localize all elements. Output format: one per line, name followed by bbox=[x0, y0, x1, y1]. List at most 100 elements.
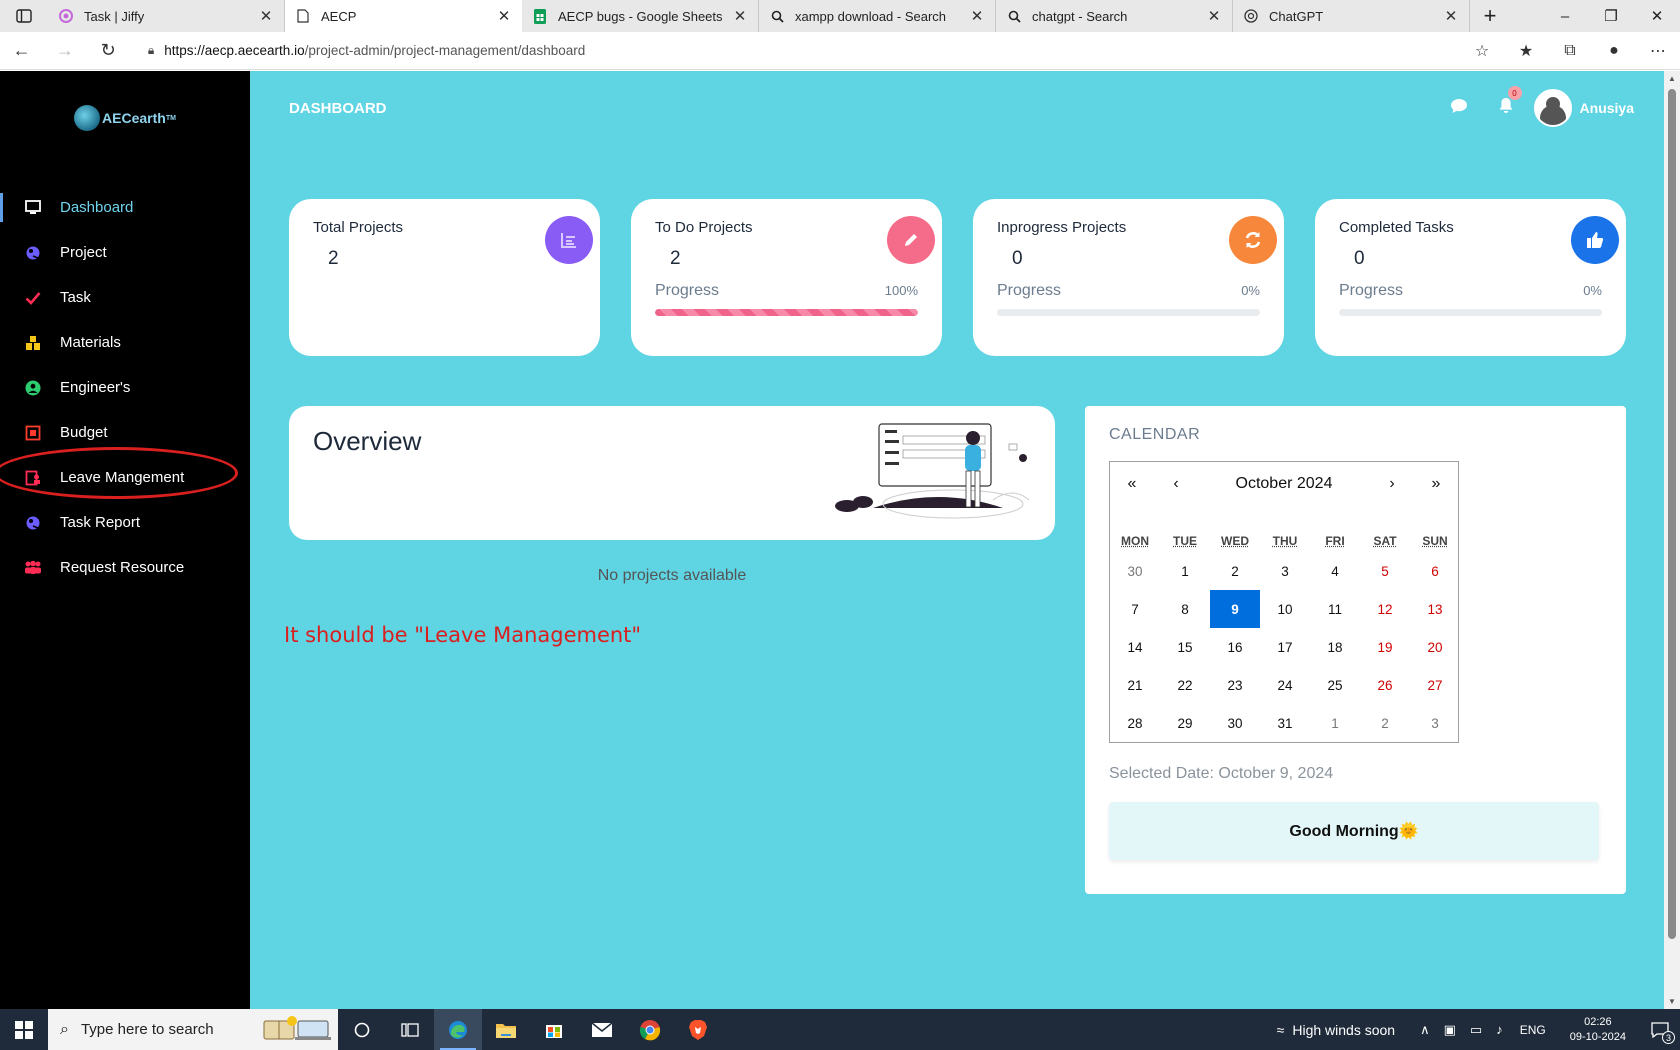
sidebar-item-materials[interactable]: Materials bbox=[0, 320, 250, 365]
close-tab-icon[interactable]: ✕ bbox=[496, 7, 512, 25]
forward-icon[interactable]: → bbox=[43, 40, 86, 61]
calendar-day[interactable]: 15 bbox=[1160, 628, 1210, 666]
calendar-day[interactable]: 10 bbox=[1260, 590, 1310, 628]
close-tab-icon[interactable]: ✕ bbox=[969, 7, 985, 25]
weather-widget[interactable]: ≈ High winds soon bbox=[1277, 1022, 1395, 1038]
username[interactable]: Anusiya bbox=[1580, 100, 1634, 116]
calendar-day[interactable]: 29 bbox=[1160, 704, 1210, 742]
sidebar-item-engineer-s[interactable]: Engineer's bbox=[0, 365, 250, 410]
next-year-button[interactable]: » bbox=[1414, 475, 1458, 493]
favorites-icon[interactable]: ★ bbox=[1504, 41, 1548, 61]
scroll-up-icon[interactable]: ▲ bbox=[1664, 74, 1680, 83]
calendar-day[interactable]: 12 bbox=[1360, 590, 1410, 628]
sidebar-item-request-resource[interactable]: Request Resource bbox=[0, 545, 250, 590]
add-favorite-icon[interactable]: ☆ bbox=[1460, 41, 1504, 61]
calendar-day[interactable]: 3 bbox=[1410, 704, 1460, 742]
calendar-day[interactable]: 8 bbox=[1160, 590, 1210, 628]
calendar-day[interactable]: 2 bbox=[1360, 704, 1410, 742]
file-explorer-icon[interactable] bbox=[482, 1009, 530, 1050]
prev-month-button[interactable]: ‹ bbox=[1154, 475, 1198, 493]
browser-tab[interactable]: chatgpt - Search ✕ bbox=[996, 0, 1233, 32]
network-icon[interactable]: ▭ bbox=[1470, 1022, 1482, 1038]
calendar-day[interactable]: 26 bbox=[1360, 666, 1410, 704]
volume-icon[interactable]: ♪ bbox=[1496, 1022, 1503, 1037]
show-hidden-icons-icon[interactable]: ∧ bbox=[1420, 1022, 1430, 1038]
close-window-icon[interactable]: ✕ bbox=[1634, 0, 1680, 32]
calendar-day[interactable]: 19 bbox=[1360, 628, 1410, 666]
calendar-day[interactable]: 31 bbox=[1260, 704, 1310, 742]
calendar-day[interactable]: 30 bbox=[1210, 704, 1260, 742]
browser-tab[interactable]: AECP bugs - Google Sheets ✕ bbox=[522, 0, 759, 32]
prev-year-button[interactable]: « bbox=[1110, 475, 1154, 493]
settings-more-icon[interactable]: ⋯ bbox=[1636, 41, 1680, 61]
calendar-day[interactable]: 23 bbox=[1210, 666, 1260, 704]
profile-icon[interactable]: ● bbox=[1592, 41, 1636, 61]
next-month-button[interactable]: › bbox=[1370, 475, 1414, 493]
close-tab-icon[interactable]: ✕ bbox=[258, 7, 274, 25]
avatar[interactable] bbox=[1533, 89, 1572, 127]
logo[interactable]: AECearth TM bbox=[0, 71, 250, 165]
calendar-day[interactable]: 20 bbox=[1410, 628, 1460, 666]
calendar-day[interactable]: 16 bbox=[1210, 628, 1260, 666]
sidebar-item-dashboard[interactable]: Dashboard bbox=[0, 185, 250, 230]
browser-tab[interactable]: AECP ✕ bbox=[285, 0, 522, 32]
brave-icon[interactable] bbox=[674, 1009, 722, 1050]
meet-now-icon[interactable]: ▣ bbox=[1444, 1022, 1456, 1038]
calendar-day[interactable]: 30 bbox=[1110, 552, 1160, 590]
calendar-day[interactable]: 3 bbox=[1260, 552, 1310, 590]
lock-icon[interactable]: 🔒︎ bbox=[148, 43, 154, 58]
calendar-day[interactable]: 13 bbox=[1410, 590, 1460, 628]
page-scrollbar[interactable]: ▲ ▼ bbox=[1664, 71, 1680, 1009]
taskbar-search-box[interactable]: ⌕ Type here to search bbox=[48, 1009, 338, 1050]
url-field[interactable]: 🔒︎ https://aecp.aecearth.io/project-admi… bbox=[136, 36, 1454, 66]
close-tab-icon[interactable]: ✕ bbox=[732, 7, 748, 25]
chrome-icon[interactable] bbox=[626, 1009, 674, 1050]
sidebar-item-task[interactable]: Task bbox=[0, 275, 250, 320]
calendar-day[interactable]: 25 bbox=[1310, 666, 1360, 704]
calendar-day[interactable]: 22 bbox=[1160, 666, 1210, 704]
browser-tab[interactable]: ChatGPT ✕ bbox=[1233, 0, 1470, 32]
calendar-day[interactable]: 24 bbox=[1260, 666, 1310, 704]
calendar-day[interactable]: 27 bbox=[1410, 666, 1460, 704]
windows-start-icon[interactable] bbox=[0, 1009, 48, 1050]
calendar-day[interactable]: 1 bbox=[1310, 704, 1360, 742]
scrollbar-thumb[interactable] bbox=[1668, 89, 1676, 939]
store-icon[interactable] bbox=[530, 1009, 578, 1050]
sidebar-item-task-report[interactable]: Task Report bbox=[0, 500, 250, 545]
calendar-day[interactable]: 6 bbox=[1410, 552, 1460, 590]
task-view-icon[interactable] bbox=[386, 1009, 434, 1050]
scroll-down-icon[interactable]: ▼ bbox=[1664, 997, 1680, 1006]
close-tab-icon[interactable]: ✕ bbox=[1443, 7, 1459, 25]
minimize-icon[interactable]: – bbox=[1542, 0, 1588, 32]
language-indicator[interactable]: ENG bbox=[1520, 1023, 1546, 1037]
calendar-day[interactable]: 5 bbox=[1360, 552, 1410, 590]
calendar-day[interactable]: 17 bbox=[1260, 628, 1310, 666]
new-tab-button[interactable]: + bbox=[1470, 0, 1510, 32]
calendar-day[interactable]: 4 bbox=[1310, 552, 1360, 590]
close-tab-icon[interactable]: ✕ bbox=[1206, 7, 1222, 25]
notification-bell-icon[interactable]: 0 bbox=[1498, 86, 1522, 119]
sidebar-item-project[interactable]: Project bbox=[0, 230, 250, 275]
collections-icon[interactable]: ⧉ bbox=[1548, 41, 1592, 61]
calendar-day[interactable]: 1 bbox=[1160, 552, 1210, 590]
mail-icon[interactable] bbox=[578, 1009, 626, 1050]
browser-tab[interactable]: xampp download - Search ✕ bbox=[759, 0, 996, 32]
back-icon[interactable]: ← bbox=[0, 40, 43, 61]
calendar-day[interactable]: 28 bbox=[1110, 704, 1160, 742]
restore-icon[interactable]: ❐ bbox=[1588, 0, 1634, 32]
calendar-day[interactable]: 18 bbox=[1310, 628, 1360, 666]
calendar-day[interactable]: 7 bbox=[1110, 590, 1160, 628]
month-label-button[interactable]: October 2024 bbox=[1198, 475, 1370, 493]
tab-actions-icon[interactable] bbox=[0, 0, 48, 32]
browser-tab[interactable]: Task | Jiffy ✕ bbox=[48, 0, 285, 32]
calendar-day[interactable]: 21 bbox=[1110, 666, 1160, 704]
calendar-day[interactable]: 9 bbox=[1210, 590, 1260, 628]
chat-icon[interactable] bbox=[1450, 98, 1468, 119]
reload-icon[interactable]: ↻ bbox=[87, 40, 130, 61]
clock[interactable]: 02:26 09-10-2024 bbox=[1570, 1015, 1626, 1045]
calendar-day[interactable]: 2 bbox=[1210, 552, 1260, 590]
cortana-icon[interactable] bbox=[338, 1009, 386, 1050]
action-center-icon[interactable]: 3 bbox=[1640, 1009, 1680, 1050]
calendar-day[interactable]: 14 bbox=[1110, 628, 1160, 666]
edge-taskbar-icon[interactable] bbox=[434, 1009, 482, 1050]
